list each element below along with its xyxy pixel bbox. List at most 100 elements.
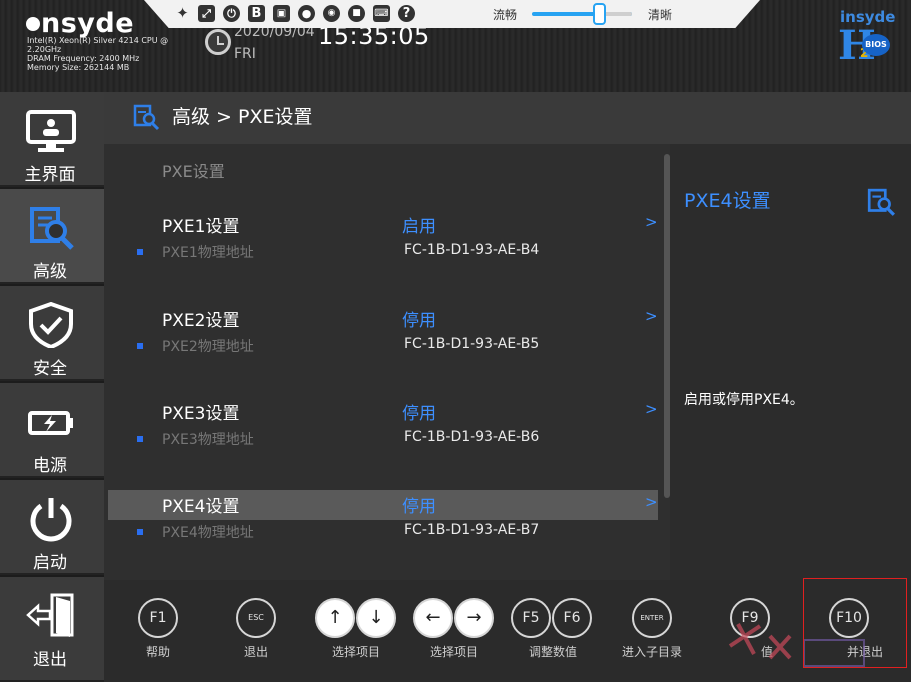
cpu-info: Intel(R) Xeon(R) Silver 4214 CPU @ [27,36,169,45]
row-title: PXE1设置 [162,217,240,237]
logo-dot-icon [26,17,40,31]
help-title: PXE4设置 [684,190,771,212]
sidebar-label: 高级 [33,262,67,282]
arrow-down-icon[interactable]: ↓ [356,598,396,638]
pxe3-row[interactable]: PXE3设置 停用 > PXE3物理地址 FC-1B-D1-93-AE-B6 [108,399,658,457]
pin-icon[interactable]: ✦ [174,5,191,22]
battery-icon [28,411,73,435]
row-sublabel: PXE4物理地址 [162,525,254,541]
sidebar-item-security[interactable]: 安全 [0,286,104,381]
image-icon[interactable]: ▣ [273,5,290,22]
row-title: PXE4设置 [162,497,240,517]
sidebar-item-advanced[interactable]: 高级 [0,189,104,284]
video-icon[interactable]: ■ [348,5,365,22]
keyboard-icon[interactable]: ⌨ [373,5,390,22]
chevron-right-icon[interactable]: > [645,400,658,418]
mouse-icon[interactable]: ● [298,5,315,22]
sidebar-item-exit[interactable]: 退出 [0,577,104,682]
bios-badge: BIOS [862,34,890,56]
breadcrumb-bar: 高级 > PXE设置 [104,92,911,144]
arrow-left-icon[interactable]: ← [413,598,453,638]
help-description: 启用或停用PXE4。 [684,392,804,408]
row-value[interactable]: 停用 [402,306,436,331]
row-mac-address: FC-1B-D1-93-AE-B5 [404,336,540,352]
cpu-speed: 2.20GHz [27,45,62,54]
power-icon[interactable]: ⏻ [223,5,240,22]
row-value[interactable]: 停用 [402,399,436,424]
chevron-right-icon[interactable]: > [645,493,658,511]
weekday-text: FRI [234,46,256,62]
quality-slider-thumb[interactable] [593,3,606,25]
esc-key[interactable]: ESC [236,598,276,638]
fullscreen-icon[interactable]: ⤢ [198,5,215,22]
row-value[interactable]: 停用 [402,492,436,517]
footer-keybar: F1 帮助 ESC 退出 ↑ ↓ 选择项目 ← → 选择项目 F5 F6 调整数… [104,578,911,682]
help-panel: PXE4设置 启用或停用PXE4。 [670,144,911,580]
sidebar-label: 安全 [33,359,67,379]
advanced-search-icon [133,104,160,131]
sidebar-item-main[interactable]: 主界面 [0,92,104,187]
breadcrumb: 高级 > PXE设置 [172,106,313,128]
row-mac-address: FC-1B-D1-93-AE-B7 [404,522,540,538]
settings-list: PXE设置 PXE1设置 启用 > PXE1物理地址 FC-1B-D1-93-A… [104,144,664,580]
sidebar-item-power[interactable]: 电源 [0,383,104,478]
pxe4-row[interactable]: PXE4设置 停用 > PXE4物理地址 FC-1B-D1-93-AE-B7 [108,490,658,550]
f1-key[interactable]: F1 [138,598,178,638]
row-title: PXE2设置 [162,311,240,331]
bullet-icon [137,249,143,255]
select-item-label: 选择项目 [429,645,478,659]
pxe2-row[interactable]: PXE2设置 停用 > PXE2物理地址 FC-1B-D1-93-AE-B5 [108,306,658,364]
logo-text: nsyde [41,8,135,39]
f5-key[interactable]: F5 [511,598,551,638]
clock-icon [205,29,231,55]
arrow-right-icon[interactable]: → [454,598,494,638]
bullet-icon [137,343,143,349]
exit-key-label: 退出 [243,645,268,659]
row-sublabel: PXE2物理地址 [162,339,254,355]
enter-submenu-label: 进入子目录 [621,645,682,659]
row-value[interactable]: 启用 [402,212,436,237]
arrow-up-icon[interactable]: ↑ [315,598,355,638]
power-icon [30,498,72,542]
row-sublabel: PXE3物理地址 [162,432,254,448]
adjust-value-label: 调整数值 [528,645,577,659]
help-icon[interactable]: ? [398,5,415,22]
annotation-box [803,578,907,668]
memory-size: Memory Size: 262144 MB [27,63,130,72]
b-icon[interactable]: B [248,5,265,22]
advanced-search-icon [30,207,74,250]
f6-key[interactable]: F6 [552,598,592,638]
sidebar-item-boot[interactable]: 启动 [0,480,104,575]
bullet-icon [137,436,143,442]
bullet-icon [137,529,143,535]
enter-key[interactable]: ENTER [632,598,672,638]
system-info: Intel(R) Xeon(R) Silver 4214 CPU @ 2.20G… [27,36,182,72]
sidebar-label: 启动 [33,553,67,573]
advanced-search-icon [867,188,895,216]
insyde-h2o-logo: insyde H 2 BIOS [834,8,895,69]
header-bar: nsyde Intel(R) Xeon(R) Silver 4214 CPU @… [0,0,911,92]
record-icon[interactable]: ◉ [323,5,340,22]
section-caption: PXE设置 [162,162,225,181]
row-title: PXE3设置 [162,404,240,424]
sidebar-label: 电源 [33,456,67,476]
sidebar-label: 主界面 [24,165,76,185]
remote-toolbar: ✦ ⤢ ⏻ B ▣ ● ◉ ■ ⌨ ? 流畅 清晰 [144,0,760,28]
row-mac-address: FC-1B-D1-93-AE-B6 [404,429,540,445]
row-sublabel: PXE1物理地址 [162,245,254,261]
slider-left-label: 流畅 [493,8,518,22]
insyde-logo: nsyde [26,8,134,39]
chevron-right-icon[interactable]: > [645,213,658,231]
help-key-label: 帮助 [145,645,170,659]
pxe1-row[interactable]: PXE1设置 启用 > PXE1物理地址 FC-1B-D1-93-AE-B4 [108,212,658,270]
dram-frequency: DRAM Frequency: 2400 MHz [27,54,140,63]
exit-door-icon [26,593,74,637]
slider-right-label: 清晰 [648,8,673,22]
shield-icon [29,302,73,348]
main-panel: 高级 > PXE设置 PXE设置 PXE1设置 启用 > PXE1物理地址 FC… [104,92,911,580]
row-mac-address: FC-1B-D1-93-AE-B4 [404,242,540,258]
sidebar: 主界面 高级 安全 电源 启动 退出 [0,92,104,682]
chevron-right-icon[interactable]: > [645,307,658,325]
select-item-label: 选择项目 [331,645,380,659]
sidebar-label: 退出 [33,650,67,670]
